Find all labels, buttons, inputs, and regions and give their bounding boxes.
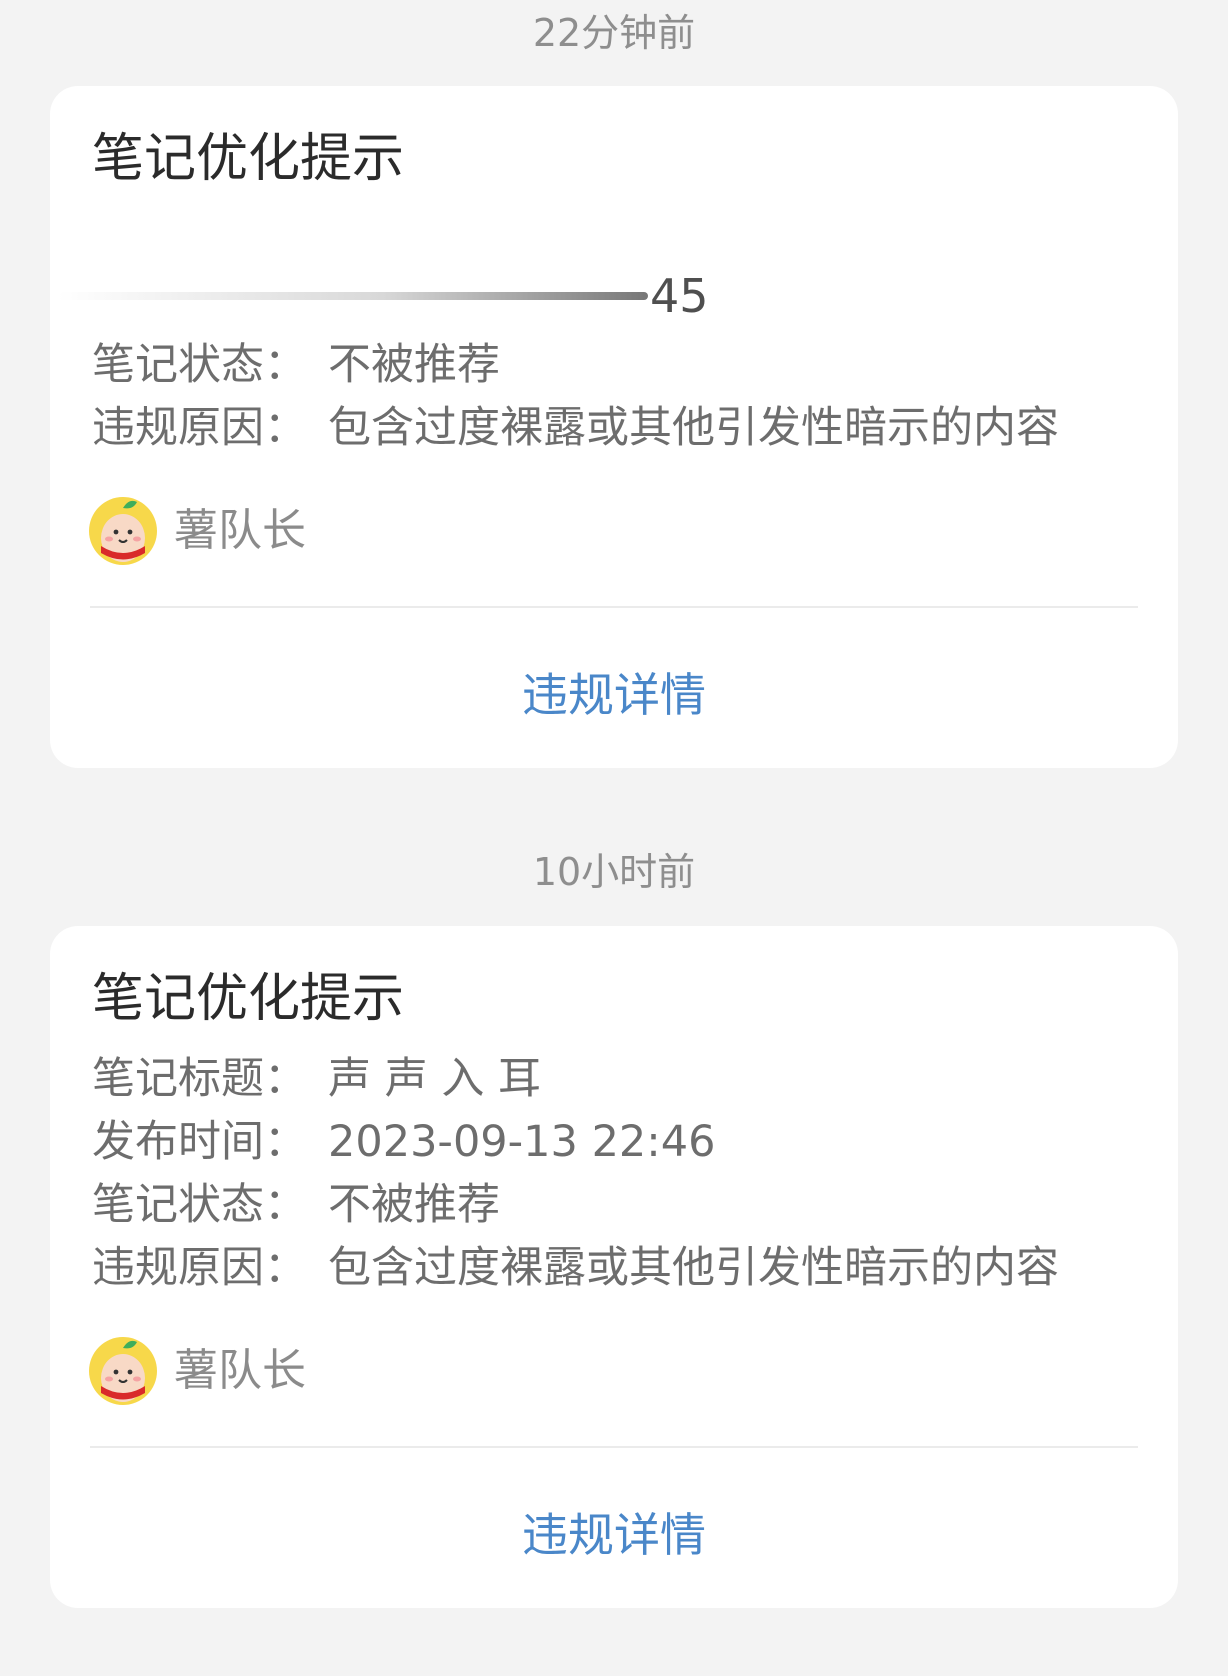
notification-card: 笔记优化提示 45 笔记状态： 不被推荐 违规原因： 包含过度裸露或其他引发性暗示的… (50, 86, 1178, 768)
field-row-reason: 违规原因： 包含过度裸露或其他引发性暗示的内容 (92, 397, 1059, 459)
avatar (89, 497, 157, 565)
notification-card: 笔记优化提示 笔记标题： 声 声 入 耳 发布时间： 2023-09-13 22:4… (50, 926, 1178, 1608)
notification-time: 10小时前 (532, 850, 696, 894)
author-name: 薯队长 (174, 505, 306, 556)
field-label: 违规原因： (92, 403, 307, 453)
progress-number: 45 (650, 269, 709, 323)
field-value: 包含过度裸露或其他引发性暗示的内容 (328, 1243, 1059, 1293)
violation-details-link[interactable]: 违规详情 (50, 660, 1178, 730)
author-name: 薯队长 (174, 1345, 306, 1396)
field-label: 笔记标题： (92, 1054, 307, 1104)
field-row-status: 笔记状态： 不被推荐 (92, 334, 500, 396)
field-row-title: 笔记标题： 声 声 入 耳 (92, 1048, 541, 1110)
field-value: 不被推荐 (328, 1180, 500, 1230)
field-value: 包含过度裸露或其他引发性暗示的内容 (328, 403, 1059, 453)
field-label: 笔记状态： (92, 1180, 307, 1230)
notification-time: 22分钟前 (532, 11, 696, 55)
progress-indicator: 45 (58, 262, 738, 332)
violation-details-link[interactable]: 违规详情 (50, 1500, 1178, 1570)
avatar (89, 1337, 157, 1405)
divider (90, 1446, 1138, 1448)
field-row-status: 笔记状态： 不被推荐 (92, 1174, 500, 1236)
field-value: 不被推荐 (328, 340, 500, 390)
field-label: 违规原因： (92, 1243, 307, 1293)
divider (90, 606, 1138, 608)
field-value: 2023-09-13 22:46 (328, 1117, 716, 1167)
field-row-reason: 违规原因： 包含过度裸露或其他引发性暗示的内容 (92, 1237, 1059, 1299)
progress-track (58, 292, 648, 300)
card-title: 笔记优化提示 (92, 129, 405, 189)
card-title: 笔记优化提示 (92, 969, 405, 1029)
field-value: 声 声 入 耳 (328, 1054, 542, 1104)
field-row-publish-time: 发布时间： 2023-09-13 22:46 (92, 1111, 715, 1173)
field-label: 发布时间： (92, 1117, 307, 1167)
field-label: 笔记状态： (92, 340, 307, 390)
